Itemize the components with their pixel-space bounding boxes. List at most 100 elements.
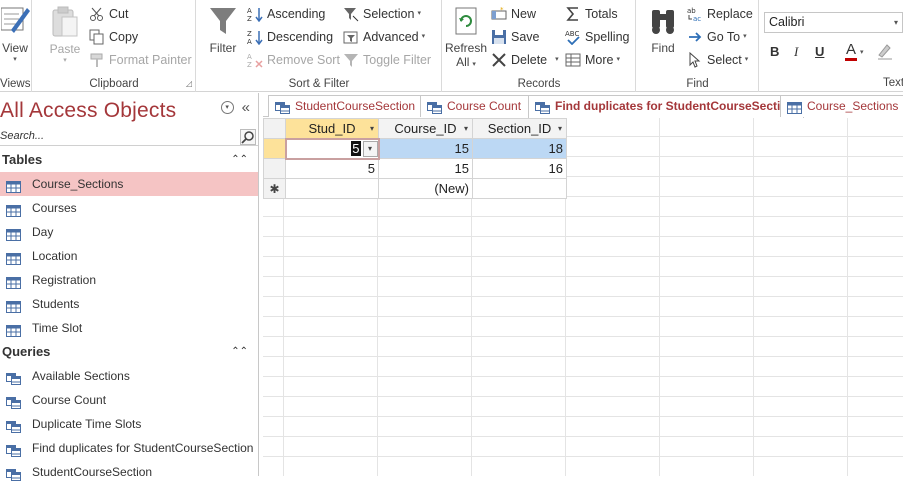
italic-button[interactable]: I [794,44,798,60]
collapse-section-icon[interactable]: ⌃⌃ [231,150,248,170]
replace-icon: ab ac [687,6,703,23]
select-button[interactable]: Select ▾ [687,50,748,70]
toggle-filter-label: Toggle Filter [363,53,432,67]
table-icon [6,297,21,313]
column-header-stud-id[interactable]: Stud_ID ▾ [285,118,379,139]
descending-button[interactable]: ZA Descending [247,27,333,47]
nav-item-registration[interactable]: Registration [0,268,258,292]
query-icon [535,100,550,114]
nav-item-find-duplicates-for-studentcoursesection[interactable]: Find duplicates for StudentCourseSection [0,436,258,460]
cell-value: 5 [351,141,361,156]
datasheet-view[interactable]: Stud_ID ▾ Course_ID ▾ Section_ID ▾ 5 ▾ 15 18… [263,118,903,476]
chevron-down-icon: ▾ [744,56,749,63]
query-icon [6,369,21,385]
nav-section-queries[interactable]: Queries ⌃⌃ [0,342,258,362]
tab-find-duplicates-for-studentcoursesection[interactable]: Find duplicates for StudentCourseSection [528,95,805,118]
underline-button[interactable]: U [815,44,824,59]
query-icon [6,417,21,433]
tab-course-sections[interactable]: Course_Sections [780,95,903,117]
paste-button[interactable]: Paste ▾ [43,4,87,64]
nav-search-box[interactable]: Search... [0,128,258,146]
spelling-button[interactable]: ABC Spelling [565,27,629,47]
tab-studentcoursesection[interactable]: StudentCourseSection [268,95,425,117]
highlight-icon[interactable] [876,42,898,63]
nav-item-students[interactable]: Students [0,292,258,316]
tab-label: Course Count [447,99,522,113]
copy-button[interactable]: Copy [89,27,138,47]
section-id-cell[interactable]: 16 [472,158,567,179]
nav-item-duplicate-time-slots[interactable]: Duplicate Time Slots [0,412,258,436]
views-group-label: Views [0,78,31,90]
views-group: View ▾ Views [0,0,32,92]
refresh-all-button[interactable]: Refresh All ▾ [445,4,487,69]
stud-id-cell[interactable] [285,178,379,199]
chevron-down-icon: ▾ [743,33,747,40]
dialog-launcher-icon[interactable]: ◿ [186,79,192,88]
toggle-filter-button[interactable]: Toggle Filter [343,50,431,70]
search-icon[interactable] [240,129,256,145]
font-name-value: Calibri [769,15,805,29]
stud-id-cell-editing[interactable]: 5 ▾ [284,137,380,160]
new-record-icon: * [491,6,507,22]
select-all-corner[interactable] [263,118,286,139]
column-header-course-id[interactable]: Course_ID ▾ [378,118,473,139]
ascending-button[interactable]: AZ Ascending [247,4,325,24]
new-record-button[interactable]: * New [491,4,536,24]
nav-item-location[interactable]: Location [0,244,258,268]
stud-id-cell[interactable]: 5 [285,158,379,179]
tab-course-count[interactable]: Course Count [420,95,531,117]
svg-text:ABC: ABC [565,30,579,38]
combo-dropdown-icon[interactable]: ▾ [362,140,378,157]
nav-item-day[interactable]: Day [0,220,258,244]
svg-text:ac: ac [693,15,701,22]
nav-section-tables[interactable]: Tables ⌃⌃ [0,150,258,170]
selection-button[interactable]: Selection ▾ [343,4,421,24]
cut-button[interactable]: Cut [89,4,128,24]
filter-arrow-icon[interactable]: ▾ [464,124,468,133]
nav-item-course-sections[interactable]: Course_Sections [0,172,258,196]
new-record-marker[interactable]: ✱ [263,178,286,199]
record-selector[interactable] [263,158,286,179]
course-id-cell[interactable]: 15 [378,138,473,159]
replace-button[interactable]: ab ac Replace [687,4,753,24]
arrow-right-icon [687,29,703,45]
nav-pane-title[interactable]: All Access Objects [0,99,176,123]
font-name-select[interactable]: Calibri ▾ [764,12,903,33]
delete-button[interactable]: Delete ▾ [491,50,559,70]
record-selector[interactable] [263,138,286,159]
section-id-cell[interactable] [472,178,567,199]
query-icon [6,465,21,481]
section-id-cell[interactable]: 18 [472,138,567,159]
collapse-pane-icon[interactable]: « [242,100,250,115]
svg-text:ab: ab [687,7,696,15]
filter-button[interactable]: Filter [205,4,241,55]
svg-text:A: A [247,38,252,45]
collapse-section-icon[interactable]: ⌃⌃ [231,342,248,362]
filter-arrow-icon[interactable]: ▾ [558,124,562,133]
totals-button[interactable]: Totals [565,4,618,24]
more-button[interactable]: More ▾ [565,50,620,70]
chevron-down-icon: ▾ [893,18,898,27]
remove-sort-button[interactable]: AZ Remove Sort [247,50,340,70]
nav-item-available-sections[interactable]: Available Sections [0,364,258,388]
go-to-button[interactable]: Go To ▾ [687,27,747,47]
bold-button[interactable]: B [770,44,779,59]
new-record-autonumber[interactable]: (New) [378,178,473,199]
font-color-button[interactable]: A ▾ [845,41,864,61]
funnel-icon [207,4,239,38]
course-id-cell[interactable]: 15 [378,158,473,179]
save-button[interactable]: Save [491,27,540,47]
nav-item-time-slot[interactable]: Time Slot [0,316,258,340]
format-painter-button[interactable]: Format Painter [89,50,192,70]
filter-arrow-icon[interactable]: ▾ [370,124,374,133]
nav-item-courses[interactable]: Courses [0,196,258,220]
nav-menu-chevron-icon[interactable]: ▾ [220,101,234,114]
table-icon [6,177,21,193]
nav-item-course-count[interactable]: Course Count [0,388,258,412]
nav-item-studentcoursesection[interactable]: StudentCourseSection [0,460,258,484]
view-button[interactable]: View ▾ [0,4,30,63]
advanced-button[interactable]: Advanced ▾ [343,27,425,47]
find-button[interactable]: Find [643,4,683,55]
column-header-section-id[interactable]: Section_ID ▾ [472,118,567,139]
table-icon [6,321,21,337]
